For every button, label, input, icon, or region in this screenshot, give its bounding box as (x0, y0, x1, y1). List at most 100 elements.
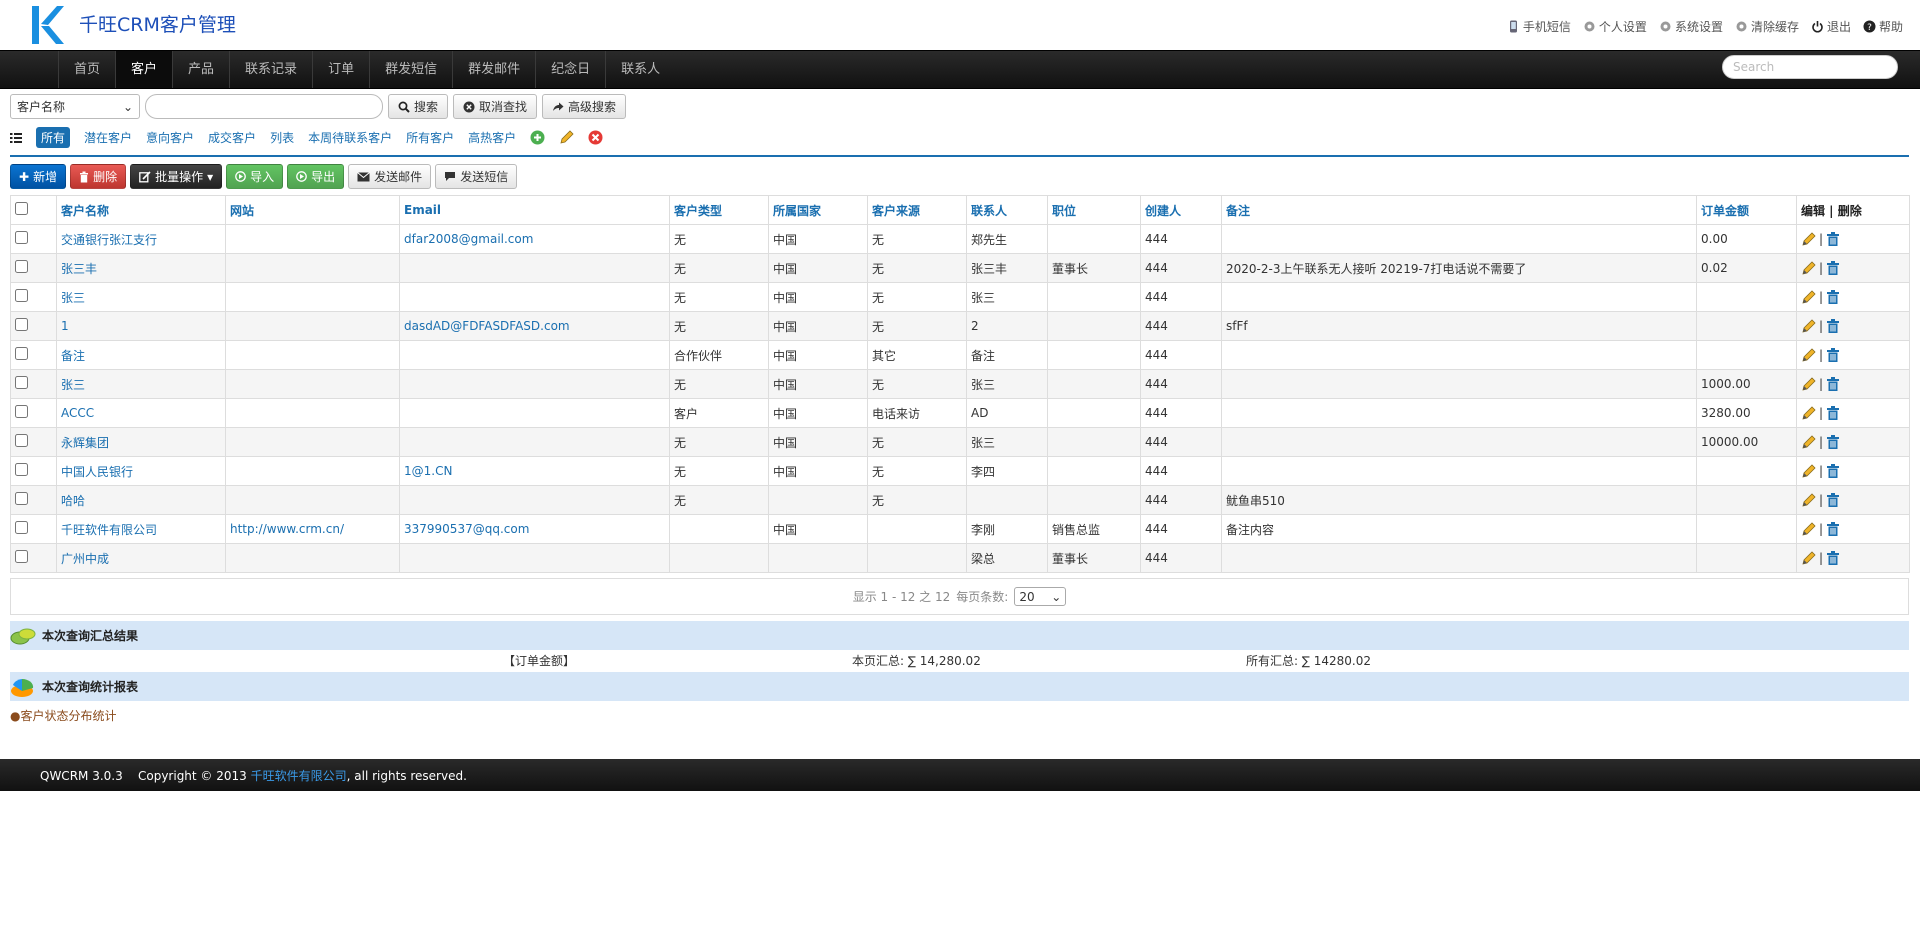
delete-button[interactable]: 删除 (70, 164, 127, 189)
search-field-select[interactable]: 客户名称 ⌄ (10, 94, 140, 119)
email-cell[interactable]: 337990537@qq.com (399, 514, 670, 544)
edit-row-icon[interactable] (1801, 260, 1817, 276)
nav-item-home[interactable]: 首页 (58, 51, 115, 88)
customer-name-link[interactable]: 张三丰 (56, 253, 226, 283)
website-cell[interactable]: http://www.crm.cn/ (225, 514, 400, 544)
top-link-personal-settings[interactable]: 个人设置 (1583, 18, 1647, 35)
nav-item-bulk-sms[interactable]: 群发短信 (369, 51, 452, 88)
edit-row-icon[interactable] (1801, 405, 1817, 421)
search-input[interactable] (145, 94, 383, 119)
customer-name-link[interactable]: 备注 (56, 340, 226, 370)
delete-row-icon[interactable] (1825, 463, 1841, 479)
edit-row-icon[interactable] (1801, 376, 1817, 392)
column-header[interactable]: 创建人 (1140, 195, 1222, 225)
column-header[interactable]: 订单金额 (1696, 195, 1797, 225)
edit-row-icon[interactable] (1801, 550, 1817, 566)
nav-item-contact-records[interactable]: 联系记录 (229, 51, 312, 88)
column-header[interactable]: 所属国家 (768, 195, 868, 225)
delete-row-icon[interactable] (1825, 347, 1841, 363)
select-all-checkbox[interactable] (15, 202, 28, 215)
filter-all-customers[interactable]: 所有客户 (406, 129, 454, 146)
nav-item-anniversary[interactable]: 纪念日 (535, 51, 605, 88)
footer-company-link[interactable]: 千旺软件有限公司 (251, 769, 347, 783)
nav-item-products[interactable]: 产品 (172, 51, 229, 88)
customer-name-link[interactable]: 交通银行张江支行 (56, 224, 226, 254)
filter-list[interactable]: 列表 (270, 129, 294, 146)
edit-row-icon[interactable] (1801, 463, 1817, 479)
filter-hot[interactable]: 高热客户 (468, 129, 516, 146)
customer-name-link[interactable]: 张三 (56, 282, 226, 312)
batch-operations-button[interactable]: 批量操作 ▾ (130, 164, 223, 189)
column-header[interactable]: 备注 (1221, 195, 1697, 225)
email-cell[interactable]: dasdAD@FDFASDFASD.com (399, 311, 670, 341)
row-checkbox[interactable] (15, 492, 28, 505)
column-header[interactable]: 联系人 (966, 195, 1048, 225)
per-page-select[interactable]: 20 ⌄ (1014, 587, 1067, 606)
delete-row-icon[interactable] (1825, 376, 1841, 392)
row-checkbox[interactable] (15, 405, 28, 418)
row-checkbox[interactable] (15, 289, 28, 302)
send-sms-button[interactable]: 发送短信 (435, 164, 518, 189)
row-checkbox[interactable] (15, 318, 28, 331)
top-link-help[interactable]: ? 帮助 (1863, 18, 1903, 35)
delete-row-icon[interactable] (1825, 521, 1841, 537)
filter-closed[interactable]: 成交客户 (208, 129, 256, 146)
row-checkbox[interactable] (15, 347, 28, 360)
filter-week-contact[interactable]: 本周待联系客户 (308, 129, 392, 146)
export-button[interactable]: 导出 (287, 164, 345, 189)
delete-row-icon[interactable] (1825, 550, 1841, 566)
customer-name-link[interactable]: 中国人民银行 (56, 456, 226, 486)
delete-row-icon[interactable] (1825, 434, 1841, 450)
top-link-system-settings[interactable]: 系统设置 (1659, 18, 1723, 35)
column-header[interactable]: Email (399, 195, 670, 225)
edit-row-icon[interactable] (1801, 231, 1817, 247)
filter-all[interactable]: 所有 (36, 127, 71, 148)
delete-row-icon[interactable] (1825, 318, 1841, 334)
import-button[interactable]: 导入 (226, 164, 284, 189)
column-header[interactable]: 客户类型 (669, 195, 769, 225)
customer-name-link[interactable]: 广州中成 (56, 543, 226, 573)
add-filter-icon[interactable] (530, 130, 545, 145)
row-checkbox[interactable] (15, 231, 28, 244)
customer-name-link[interactable]: 1 (56, 311, 226, 341)
row-checkbox[interactable] (15, 521, 28, 534)
delete-row-icon[interactable] (1825, 231, 1841, 247)
send-email-button[interactable]: 发送邮件 (348, 164, 432, 189)
nav-item-contacts[interactable]: 联系人 (605, 51, 675, 88)
top-link-sms[interactable]: 手机短信 (1507, 18, 1571, 35)
customer-name-link[interactable]: 张三 (56, 369, 226, 399)
edit-row-icon[interactable] (1801, 434, 1817, 450)
column-header[interactable]: 客户来源 (867, 195, 967, 225)
edit-row-icon[interactable] (1801, 521, 1817, 537)
advanced-search-button[interactable]: 高级搜索 (542, 94, 627, 119)
customer-status-stats-link[interactable]: ●客户状态分布统计 (10, 707, 116, 724)
customer-name-link[interactable]: 永辉集团 (56, 427, 226, 457)
row-checkbox[interactable] (15, 550, 28, 563)
edit-row-icon[interactable] (1801, 289, 1817, 305)
customer-name-link[interactable]: 千旺软件有限公司 (56, 514, 226, 544)
edit-row-icon[interactable] (1801, 492, 1817, 508)
delete-filter-icon[interactable] (588, 130, 603, 145)
row-checkbox[interactable] (15, 463, 28, 476)
row-checkbox[interactable] (15, 434, 28, 447)
email-cell[interactable]: dfar2008@gmail.com (399, 224, 670, 254)
column-header[interactable]: 职位 (1047, 195, 1141, 225)
email-cell[interactable]: 1@1.CN (399, 456, 670, 486)
row-checkbox[interactable] (15, 260, 28, 273)
column-header[interactable]: 客户名称 (56, 195, 226, 225)
delete-row-icon[interactable] (1825, 492, 1841, 508)
nav-search-input[interactable] (1722, 55, 1898, 79)
nav-item-customers[interactable]: 客户 (115, 51, 173, 88)
nav-item-bulk-email[interactable]: 群发邮件 (452, 51, 535, 88)
row-checkbox[interactable] (15, 376, 28, 389)
cancel-search-button[interactable]: 取消查找 (453, 94, 538, 119)
filter-intent[interactable]: 意向客户 (146, 129, 194, 146)
nav-item-orders[interactable]: 订单 (312, 51, 369, 88)
new-button[interactable]: ✚ 新增 (10, 164, 67, 189)
delete-row-icon[interactable] (1825, 405, 1841, 421)
column-header[interactable]: 网站 (225, 195, 400, 225)
top-link-clear-cache[interactable]: 清除缓存 (1735, 18, 1799, 35)
top-link-logout[interactable]: 退出 (1811, 18, 1851, 35)
customer-name-link[interactable]: 哈哈 (56, 485, 226, 515)
delete-row-icon[interactable] (1825, 289, 1841, 305)
